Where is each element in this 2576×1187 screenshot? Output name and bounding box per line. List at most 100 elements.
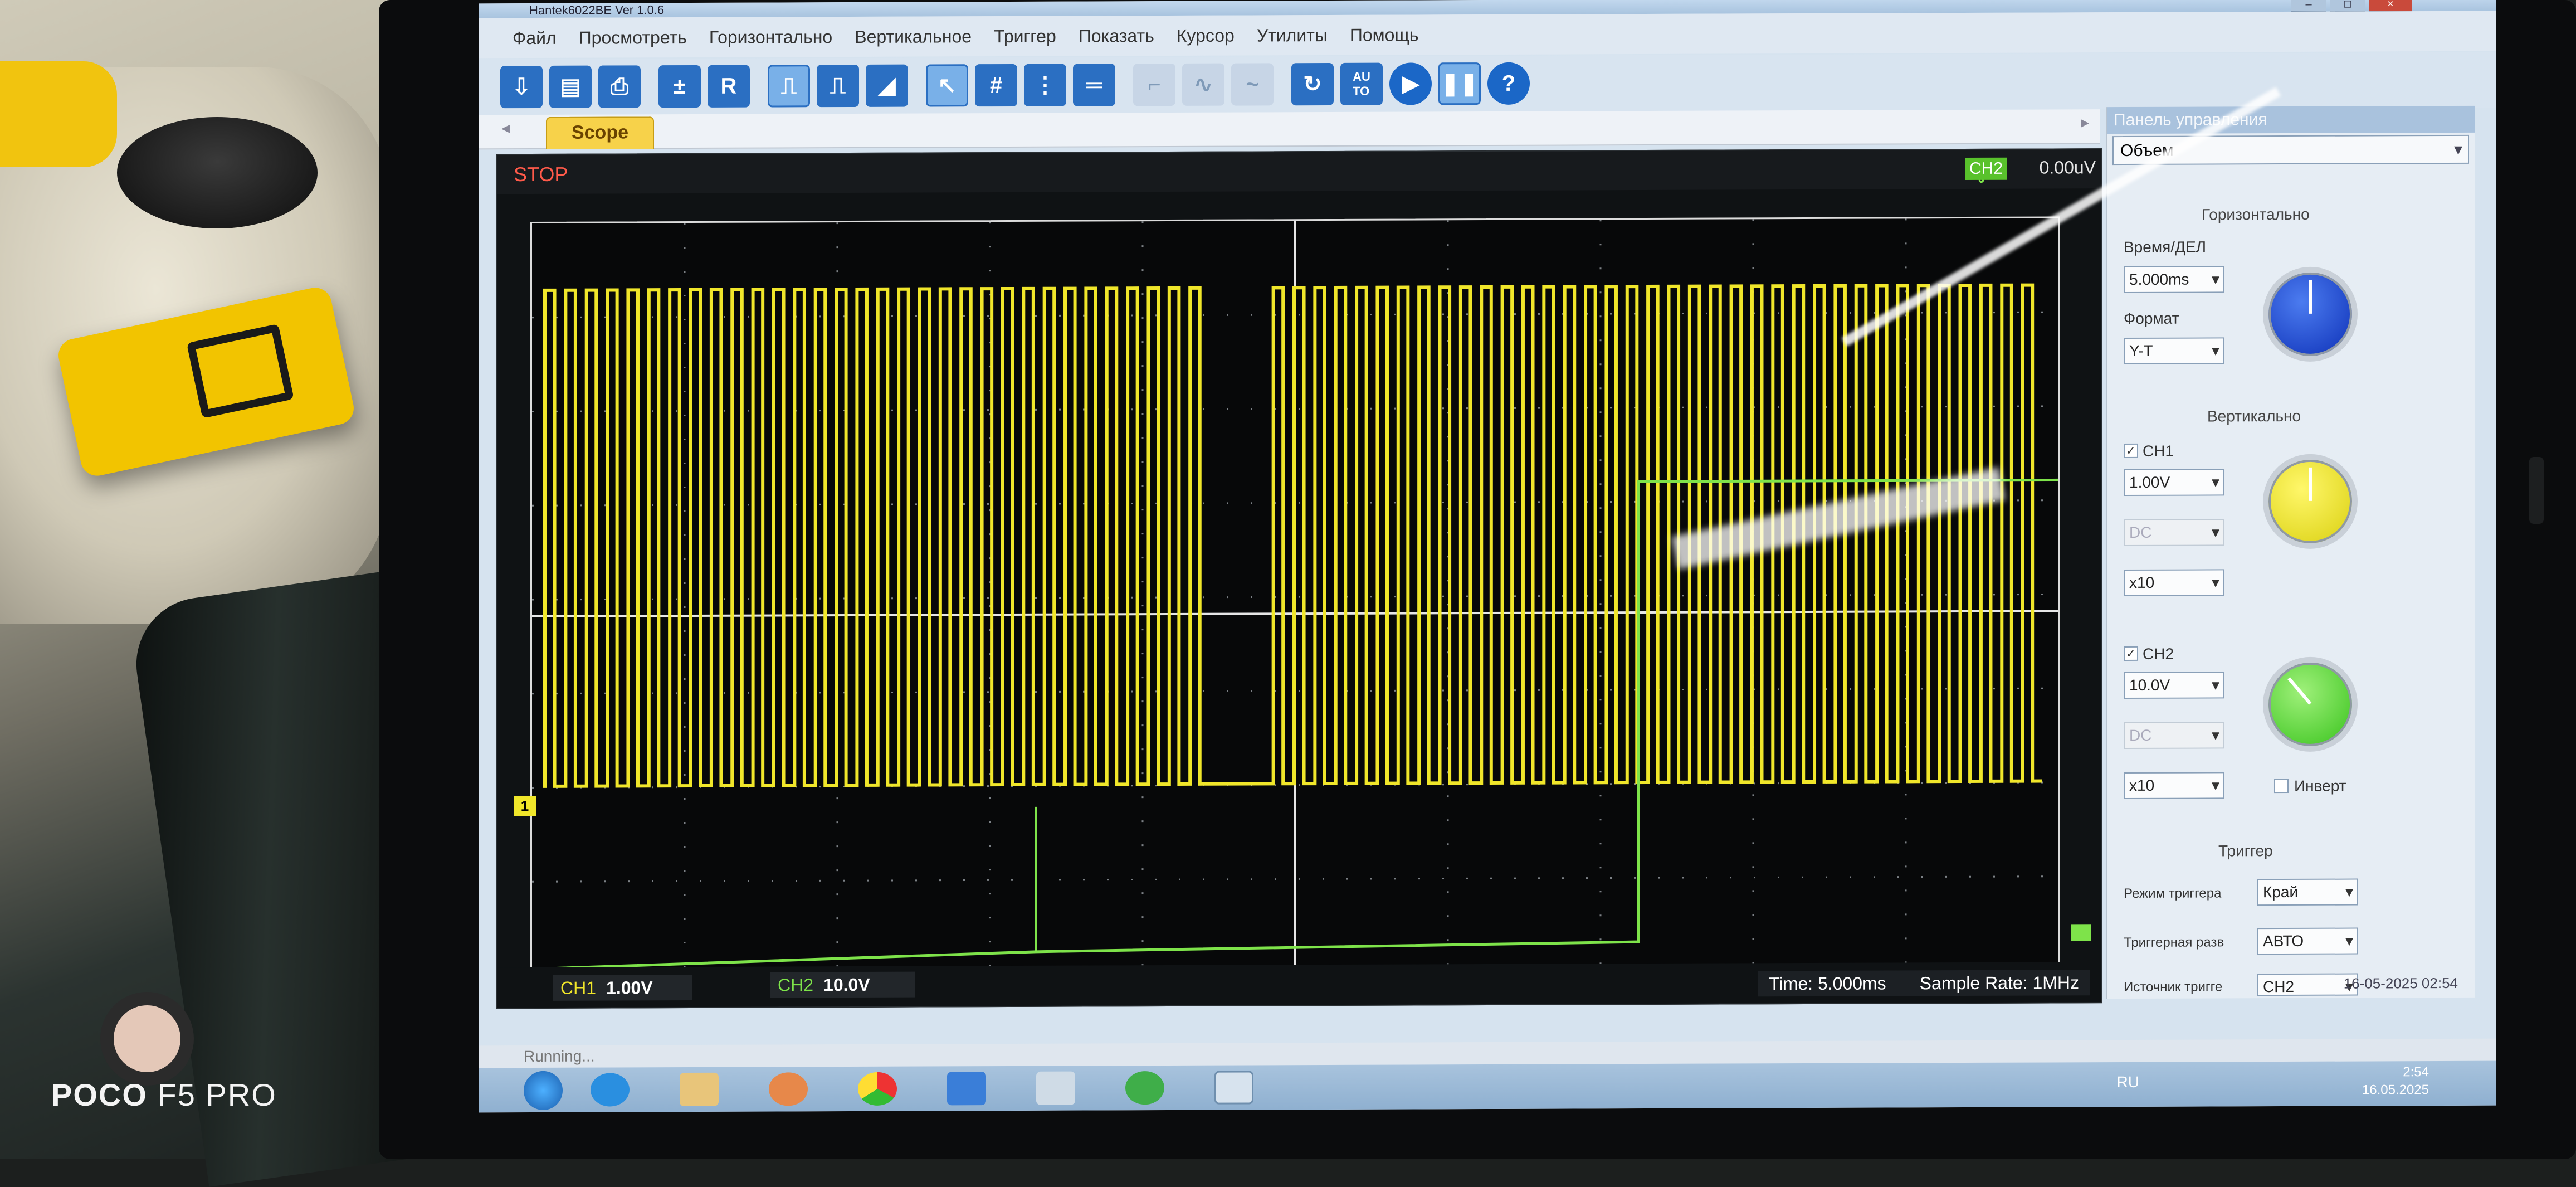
torrent-icon[interactable] xyxy=(1125,1071,1164,1105)
ch2-probe-select[interactable]: x10 xyxy=(2124,772,2224,800)
calibrate-icon[interactable]: ↻ xyxy=(1291,62,1334,106)
open-icon[interactable]: ⇩ xyxy=(500,65,543,109)
pulse-icon[interactable]: ⎍ xyxy=(817,64,859,108)
status-text: Running... xyxy=(524,1047,595,1066)
waveform-plot[interactable] xyxy=(530,216,2060,977)
trigger-mode-label: Режим триггера xyxy=(2124,886,2222,902)
step-icon[interactable]: ⌐ xyxy=(1133,63,1175,106)
maximize-button[interactable]: □ xyxy=(2330,0,2365,12)
tray-clock[interactable]: 2:54 16.05.2025 xyxy=(2362,1063,2429,1099)
reservoir-cap-yellow xyxy=(0,61,117,167)
triangle-wave-icon[interactable]: ∿ xyxy=(1182,63,1224,106)
help-icon[interactable]: ? xyxy=(1487,62,1530,105)
ch1-volt-select[interactable]: 1.00V xyxy=(2124,469,2224,497)
time-div-select[interactable]: 5.000ms xyxy=(2124,266,2224,294)
ch1-ground-marker[interactable]: 1 xyxy=(514,795,536,816)
menu-file[interactable]: Файл xyxy=(513,27,557,48)
app-icon[interactable] xyxy=(947,1072,986,1106)
ch2-scale-badge: CH2 10.0V xyxy=(770,971,915,998)
menu-view[interactable]: Просмотреть xyxy=(579,27,687,48)
control-panel-title: Панель управления xyxy=(2107,105,2475,134)
pause-icon[interactable]: ❚❚ xyxy=(1438,62,1481,105)
ramp-icon[interactable]: ◢ xyxy=(866,64,908,107)
auto-icon[interactable]: AU TO xyxy=(1340,62,1383,105)
tab-scope[interactable]: Scope xyxy=(546,116,654,149)
format-label: Формат xyxy=(2124,309,2179,328)
reference-icon[interactable]: R xyxy=(708,65,750,108)
reservoir-cap-black xyxy=(117,117,318,228)
ch2-checkbox[interactable]: ✓ xyxy=(2124,646,2138,661)
invert-checkbox[interactable] xyxy=(2274,778,2289,794)
grid-icon[interactable]: # xyxy=(975,64,1017,107)
vertical-section-title: Вертикально xyxy=(2207,407,2301,425)
ch1-coupling-select[interactable]: DC xyxy=(2124,519,2224,547)
trigger-section-title: Триггер xyxy=(2218,842,2273,860)
scope-header: STOP ⨍ CH2 0.00uV xyxy=(497,149,2101,194)
round-connector xyxy=(100,992,194,1086)
menu-vertical[interactable]: Вертикальное xyxy=(855,26,972,47)
minimize-button[interactable]: – xyxy=(2291,0,2326,12)
battery-warning-icon xyxy=(186,323,294,419)
math-icon[interactable]: ± xyxy=(658,65,701,108)
language-indicator[interactable]: RU xyxy=(2117,1073,2139,1091)
trigger-mode-select[interactable]: Край xyxy=(2257,878,2358,906)
format-select[interactable]: Y-T xyxy=(2124,337,2224,365)
invert-label: Инверт xyxy=(2294,777,2346,795)
oscilloscope-app-icon[interactable] xyxy=(1214,1071,1253,1105)
menu-utilities[interactable]: Утилиты xyxy=(1257,25,1328,46)
control-panel: Панель управления Объем Горизонтально Вр… xyxy=(2106,105,2475,999)
ch1-probe-select[interactable]: x10 xyxy=(2124,569,2224,597)
time-per-div: Time: 5.000ms xyxy=(1769,973,1886,994)
laptop-screen: Hantek6022BE Ver 1.0.6 – □ × Файл Просмо… xyxy=(479,0,2496,1113)
panel-datetime: 16-05-2025 02:54 xyxy=(2343,974,2458,992)
close-button[interactable]: × xyxy=(2369,0,2412,12)
trigger-source-select[interactable]: CH2 xyxy=(2257,973,2358,996)
window-title: Hantek6022BE Ver 1.0.6 xyxy=(529,3,665,18)
scope-display: STOP ⨍ CH2 0.00uV 1 2 CH11.00V CH210.0V … xyxy=(496,148,2102,1009)
trigger-sweep-label: Триггерная разв xyxy=(2124,935,2224,951)
ch2-coupling-select[interactable]: DC xyxy=(2124,722,2224,750)
run-state: STOP xyxy=(514,162,568,186)
ch1-label: CH1 xyxy=(2143,442,2174,460)
media-player-icon[interactable] xyxy=(769,1072,808,1106)
menu-bar: Файл Просмотреть Горизонтально Вертикаль… xyxy=(479,11,2496,59)
ch2-volt-knob[interactable] xyxy=(2263,656,2358,752)
trigger-channel: CH2 xyxy=(1965,157,2007,181)
scope-footer: CH1 1.00V CH2 10.0V Time: 5.000ms Sample Ra… xyxy=(497,962,2101,1008)
time-knob[interactable] xyxy=(2263,266,2358,362)
toolbar: ⇩ ▤ ⎙ ± R ⎍ ⎍ ◢ ↖ # ⋮ ═ ⌐ ∿ ~ ↻ AU TO ▶ ❚… xyxy=(479,52,2496,115)
run-icon[interactable]: ▶ xyxy=(1389,62,1432,105)
menu-cursor[interactable]: Курсор xyxy=(1177,25,1235,46)
tab-strip: ◂ Scope ▸ xyxy=(479,109,2100,150)
save-icon[interactable]: ▤ xyxy=(549,65,592,108)
tab-scroll-left-icon[interactable]: ◂ xyxy=(501,118,510,138)
window-icon[interactable] xyxy=(1036,1071,1075,1105)
trigger-sweep-select[interactable]: АВТО xyxy=(2257,927,2358,955)
tab-scroll-right-icon[interactable]: ▸ xyxy=(2081,113,2089,132)
ch1-scale-badge: CH1 1.00V xyxy=(553,974,692,1001)
trigger-source-label: Источник тригге xyxy=(2124,979,2223,995)
menu-help[interactable]: Помощь xyxy=(1350,25,1419,45)
menu-trigger[interactable]: Триггер xyxy=(994,26,1056,46)
ch1-volt-knob[interactable] xyxy=(2263,454,2358,549)
start-button[interactable] xyxy=(524,1071,563,1111)
internet-explorer-icon[interactable] xyxy=(591,1073,630,1107)
camera-watermark: POCO F5 PRO xyxy=(51,1077,277,1112)
rising-edge-icon[interactable]: ⎍ xyxy=(768,65,810,108)
print-icon[interactable]: ⎙ xyxy=(598,65,641,108)
sample-rate: Sample Rate: 1MHz xyxy=(1919,972,2079,994)
horizontal-cursor-icon[interactable]: ═ xyxy=(1073,64,1115,106)
ch1-checkbox[interactable]: ✓ xyxy=(2124,443,2138,459)
vertical-cursor-icon[interactable]: ⋮ xyxy=(1024,64,1066,106)
chrome-icon[interactable] xyxy=(858,1072,897,1106)
horizontal-section-title: Горизонтально xyxy=(2202,205,2310,223)
menu-horizontal[interactable]: Горизонтально xyxy=(709,27,832,48)
bezel-side-button xyxy=(2529,457,2544,524)
time-info: Time: 5.000ms Sample Rate: 1MHz xyxy=(1758,970,2090,997)
trigger-level-marker[interactable] xyxy=(2071,924,2091,941)
menu-display[interactable]: Показать xyxy=(1079,26,1154,46)
file-explorer-icon[interactable] xyxy=(680,1072,719,1107)
pointer-icon[interactable]: ↖ xyxy=(926,64,968,107)
sine-wave-icon[interactable]: ~ xyxy=(1231,63,1274,106)
ch2-volt-select[interactable]: 10.0V xyxy=(2124,672,2224,699)
